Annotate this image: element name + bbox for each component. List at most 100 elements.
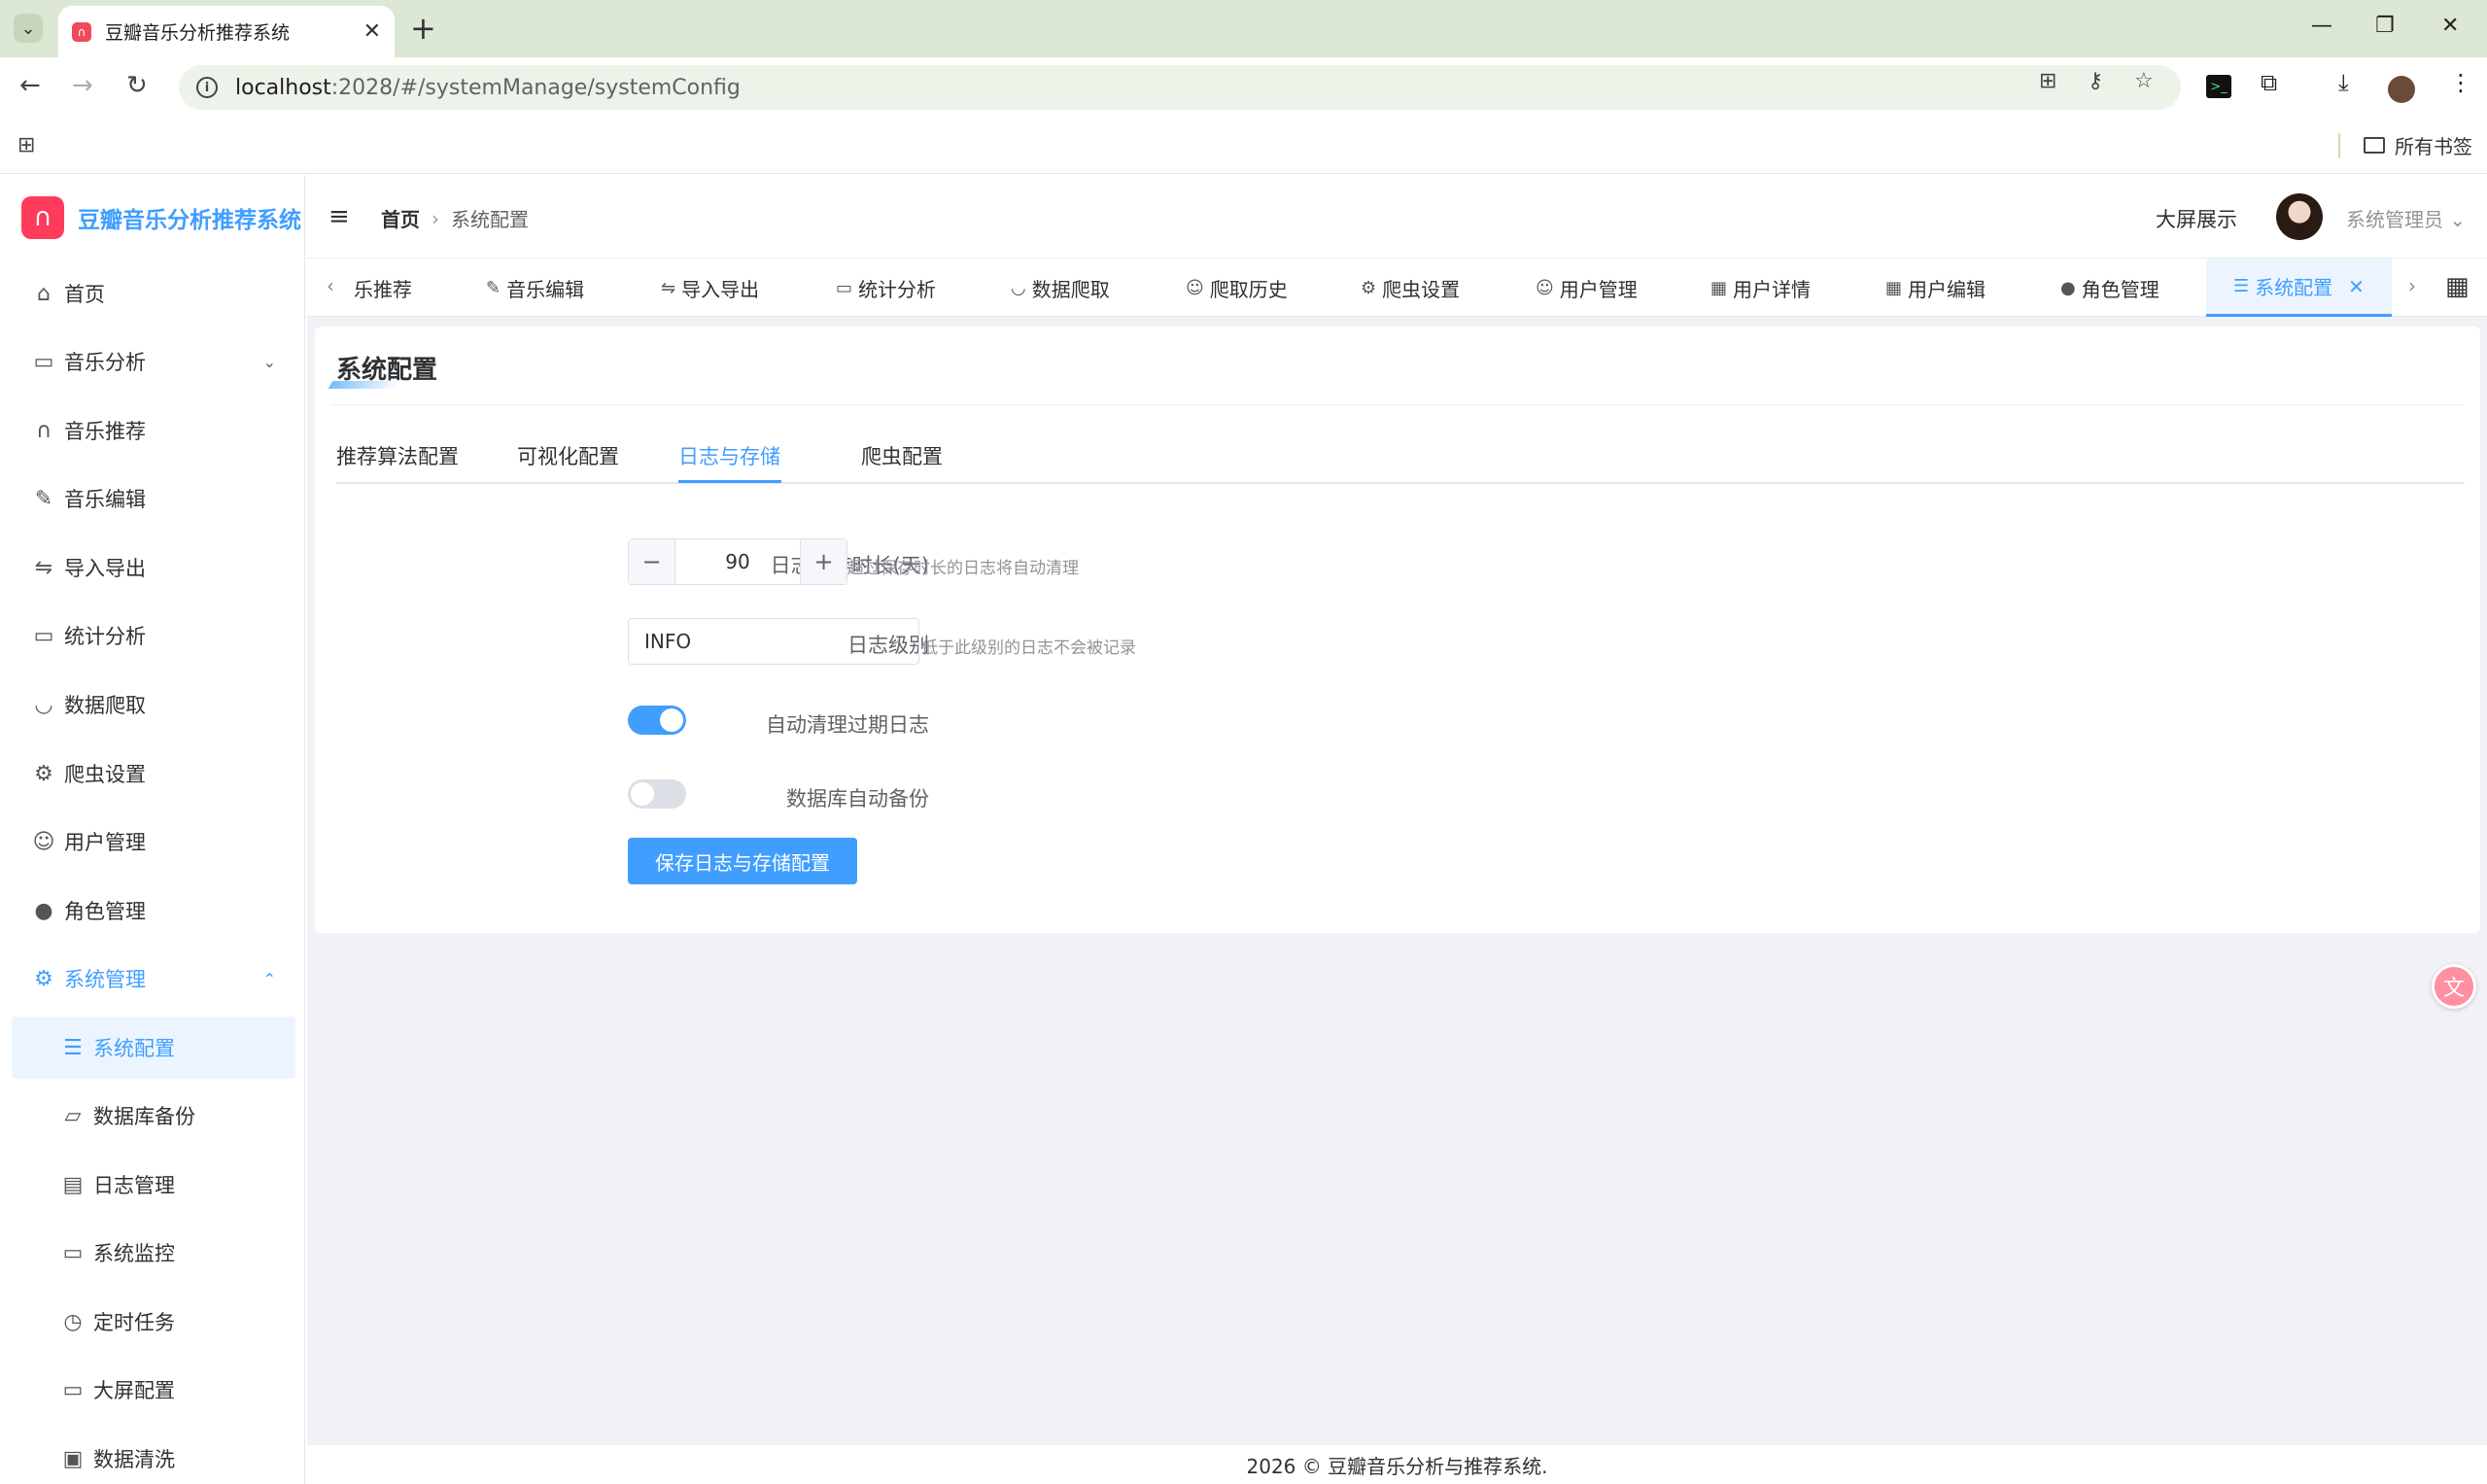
tag-statistics[interactable]: ▭ 统计分析 [836, 259, 936, 317]
log-retention-value[interactable]: 90 [675, 539, 800, 584]
sidebar-item-crawler-settings[interactable]: ⚙ 爬虫设置 [12, 742, 295, 805]
sidebar-item-data-crawl[interactable]: ◡ 数据爬取 [12, 673, 295, 736]
active-tab-indicator [678, 480, 781, 483]
breadcrumb-home[interactable]: 首页 [381, 204, 420, 232]
subtab-recommend-algorithm[interactable]: 推荐算法配置 [336, 441, 459, 470]
tag-label: 乐推荐 [354, 277, 412, 301]
headphones-favicon-icon: ∩ [72, 21, 91, 42]
sidebar-subitem-screen-config[interactable]: ▭ 大屏配置 [12, 1359, 295, 1421]
tab-search-button[interactable]: ⌄ [14, 14, 43, 43]
user-icon: ☺ [1536, 277, 1554, 298]
site-info-icon[interactable]: i [196, 77, 218, 98]
decrease-button[interactable]: − [629, 539, 675, 584]
tag-data-crawl[interactable]: ◡ 数据爬取 [1011, 259, 1110, 317]
tag-label: 角色管理 [2081, 277, 2159, 301]
translate-floating-icon[interactable]: 文 [2432, 964, 2476, 1009]
restore-icon[interactable]: ❐ [2375, 14, 2395, 38]
minimize-icon[interactable]: — [2311, 14, 2332, 38]
gear-icon: ⚙ [1361, 277, 1377, 298]
tag-crawl-history[interactable]: ☺ 爬取历史 [1186, 259, 1288, 317]
breadcrumb: 首页 › 系统配置 [381, 204, 529, 232]
translate-page-icon[interactable]: ⊞ [2039, 69, 2056, 93]
increase-button[interactable]: + [800, 539, 846, 584]
user-filled-icon: ● [34, 898, 53, 923]
browser-profile-avatar[interactable] [2388, 76, 2415, 103]
bookmark-star-icon[interactable]: ☆ [2134, 69, 2154, 93]
sidebar-subitem-db-backup[interactable]: ▱ 数据库备份 [12, 1085, 295, 1147]
log-level-value: INFO [644, 630, 692, 653]
headphones-logo-icon: ∩ [21, 196, 64, 239]
bookmark-divider [2338, 133, 2340, 158]
address-bar[interactable]: i localhost:2028/#/systemManage/systemCo… [179, 65, 2181, 110]
all-bookmarks-folder[interactable]: 所有书签 [2364, 131, 2472, 159]
tag-music-edit[interactable]: ✎ 音乐编辑 [486, 259, 584, 317]
chevron-down-icon: ⌄ [20, 17, 36, 39]
sidebar-item-music-edit[interactable]: ✎ 音乐编辑 [12, 467, 295, 530]
sidebar-subitem-system-monitor[interactable]: ▭ 系统监控 [12, 1222, 295, 1284]
document-icon: ▤ [62, 1172, 84, 1197]
log-retention-stepper[interactable]: − 90 + [628, 538, 847, 585]
more-menu-icon[interactable]: ⋮ [2449, 69, 2472, 96]
sidebar-item-statistics[interactable]: ▭ 统计分析 [12, 604, 295, 667]
user-menu[interactable]: 系统管理员 ⌄ [2346, 204, 2466, 232]
sidebar-item-music-recommend[interactable]: ∩ 音乐推荐 [12, 399, 295, 462]
sidebar-item-label: 音乐推荐 [64, 420, 146, 443]
tag-import-export[interactable]: ⇋ 导入导出 [661, 259, 759, 317]
bowl-icon: ◡ [34, 692, 53, 717]
chevron-up-icon: ⌃ [262, 969, 276, 988]
tag-user-edit[interactable]: ▦ 用户编辑 [1885, 259, 1986, 317]
tag-music-recommend[interactable]: 乐推荐 [348, 259, 412, 317]
folder-icon [2364, 137, 2385, 154]
download-icon[interactable]: ⤓ [2338, 69, 2349, 96]
scroll-right-icon[interactable]: › [2408, 274, 2416, 297]
back-icon[interactable]: ← [19, 71, 41, 100]
sidebar-item-label: 爬虫设置 [64, 763, 146, 786]
db-backup-switch[interactable] [628, 779, 686, 809]
sidebar-item-role-management[interactable]: ● 角色管理 [12, 880, 295, 942]
app-logo[interactable]: ∩ 豆瓣音乐分析推荐系统 [21, 196, 301, 239]
chart-board-icon: ▭ [33, 349, 54, 374]
sidebar-item-home[interactable]: ⌂ 首页 [12, 262, 295, 325]
sidebar-item-label: 系统配置 [93, 1037, 175, 1060]
menu-toggle-icon[interactable]: ≡ [328, 202, 350, 231]
avatar[interactable] [2276, 193, 2323, 240]
sidebar-subitem-system-config[interactable]: ☰ 系统配置 [12, 1017, 295, 1079]
new-tab-button[interactable]: + [410, 12, 436, 45]
subtab-visualization[interactable]: 可视化配置 [517, 441, 619, 470]
auto-clean-switch[interactable] [628, 706, 686, 735]
big-screen-link[interactable]: 大屏展示 [2156, 204, 2237, 233]
browser-tab[interactable]: ∩ 豆瓣音乐分析推荐系统 ✕ [58, 6, 395, 57]
sidebar-item-import-export[interactable]: ⇋ 导入导出 [12, 536, 295, 599]
window-close-icon[interactable]: ✕ [2441, 14, 2459, 38]
tag-user-management[interactable]: ☺ 用户管理 [1536, 259, 1638, 317]
db-backup-label: 数据库自动备份 [786, 787, 929, 811]
form-row-auto-clean: 自动清理过期日志 [315, 698, 2453, 746]
forward-icon[interactable]: → [72, 71, 93, 100]
sidebar-item-user-management[interactable]: ☺ 用户管理 [12, 811, 295, 873]
log-level-select[interactable]: INFO ⌄ [628, 618, 919, 665]
sidebar-item-music-analysis[interactable]: ▭ 音乐分析 ⌄ [12, 330, 295, 393]
save-log-storage-button[interactable]: 保存日志与存储配置 [628, 838, 857, 884]
tag-user-detail[interactable]: ▦ 用户详情 [1710, 259, 1811, 317]
tag-role-management[interactable]: ● 角色管理 [2060, 259, 2159, 317]
subtab-crawler[interactable]: 爬虫配置 [861, 441, 943, 470]
scroll-left-icon[interactable]: ‹ [327, 274, 334, 297]
sidebar-subitem-scheduled-tasks[interactable]: ◷ 定时任务 [12, 1291, 295, 1353]
sidebar-subitem-log-management[interactable]: ▤ 日志管理 [12, 1154, 295, 1216]
tag-crawler-settings[interactable]: ⚙ 爬虫设置 [1361, 259, 1460, 317]
terminal-extension-icon[interactable]: >_ [2206, 75, 2231, 98]
tag-label: 音乐编辑 [506, 277, 585, 301]
close-tag-icon[interactable]: ✕ [2348, 275, 2365, 298]
sidebar-subitem-data-cleaning[interactable]: ▣ 数据清洗 [12, 1428, 295, 1484]
tag-system-config[interactable]: ☰ 系统配置 ✕ [2206, 259, 2392, 317]
close-tab-icon[interactable]: ✕ [363, 19, 381, 44]
reload-icon[interactable]: ↻ [126, 71, 148, 100]
subtab-log-storage[interactable]: 日志与存储 [678, 441, 780, 470]
password-key-icon[interactable]: ⚷ [2088, 69, 2103, 93]
user-icon: ☺ [32, 829, 55, 854]
sidebar-item-system-management[interactable]: ⚙ 系统管理 ⌃ [12, 948, 295, 1010]
apps-grid-icon[interactable]: ⊞ [17, 133, 35, 157]
tags-menu-grid-icon[interactable]: ▦ [2445, 272, 2470, 301]
form-row-log-retention: 日志保存时长(天) − 90 + 超过保存时长的日志将自动清理 [315, 538, 2453, 587]
extensions-icon[interactable]: ⧉ [2261, 69, 2277, 96]
